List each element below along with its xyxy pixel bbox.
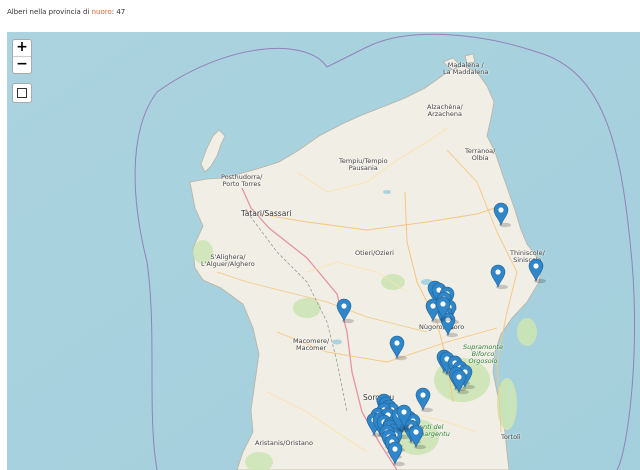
place-alghero: S'Alighera/L'Alguer/Alghero (201, 253, 255, 268)
place-olbia: Terranoa/Olbia (465, 147, 496, 162)
zoom-out-button[interactable]: − (13, 57, 31, 73)
place-oristano: Aristanis/Oristano (255, 439, 313, 447)
map-base (7, 32, 640, 470)
heading-count: : 47 (111, 8, 126, 16)
place-maddalena: Madalena / La Maddalena (443, 61, 489, 76)
place-supramonte: Supramonte Biforco Orgosolo (463, 343, 504, 365)
fullscreen-button[interactable] (12, 83, 32, 103)
place-gennargentu: Monti del Gennargentu (407, 423, 450, 438)
tree-count-heading: Alberi nella provincia di nuoro: 47 (7, 8, 125, 16)
place-sorgono: Sorgonu (363, 393, 395, 402)
province-name: nuoro (91, 8, 112, 16)
zoom-control: + − (12, 39, 32, 74)
place-nuoro: Nùgoro/Nuoro (419, 323, 465, 331)
map-view[interactable]: Madalena / La Maddalena Alzachèna/Arzache… (7, 32, 640, 470)
place-arzachena: Alzachèna/Arzachena (427, 103, 463, 118)
place-porto-torres: Posthudorra/Porto Torres (221, 173, 263, 188)
place-tortoli: Tortolì (501, 433, 521, 441)
place-macomer: Macomere/Macomer (293, 337, 330, 352)
place-sassari: Tàtari/Sassari (241, 209, 292, 218)
place-ozieri: Otieri/Ozieri (355, 249, 394, 257)
place-siniscola: Thiniscole/Siniscola (510, 249, 545, 264)
heading-prefix: Alberi nella provincia di (7, 8, 92, 16)
zoom-in-button[interactable]: + (13, 40, 31, 57)
place-tempio: Tempiu/Tempio Pausania (339, 157, 388, 172)
